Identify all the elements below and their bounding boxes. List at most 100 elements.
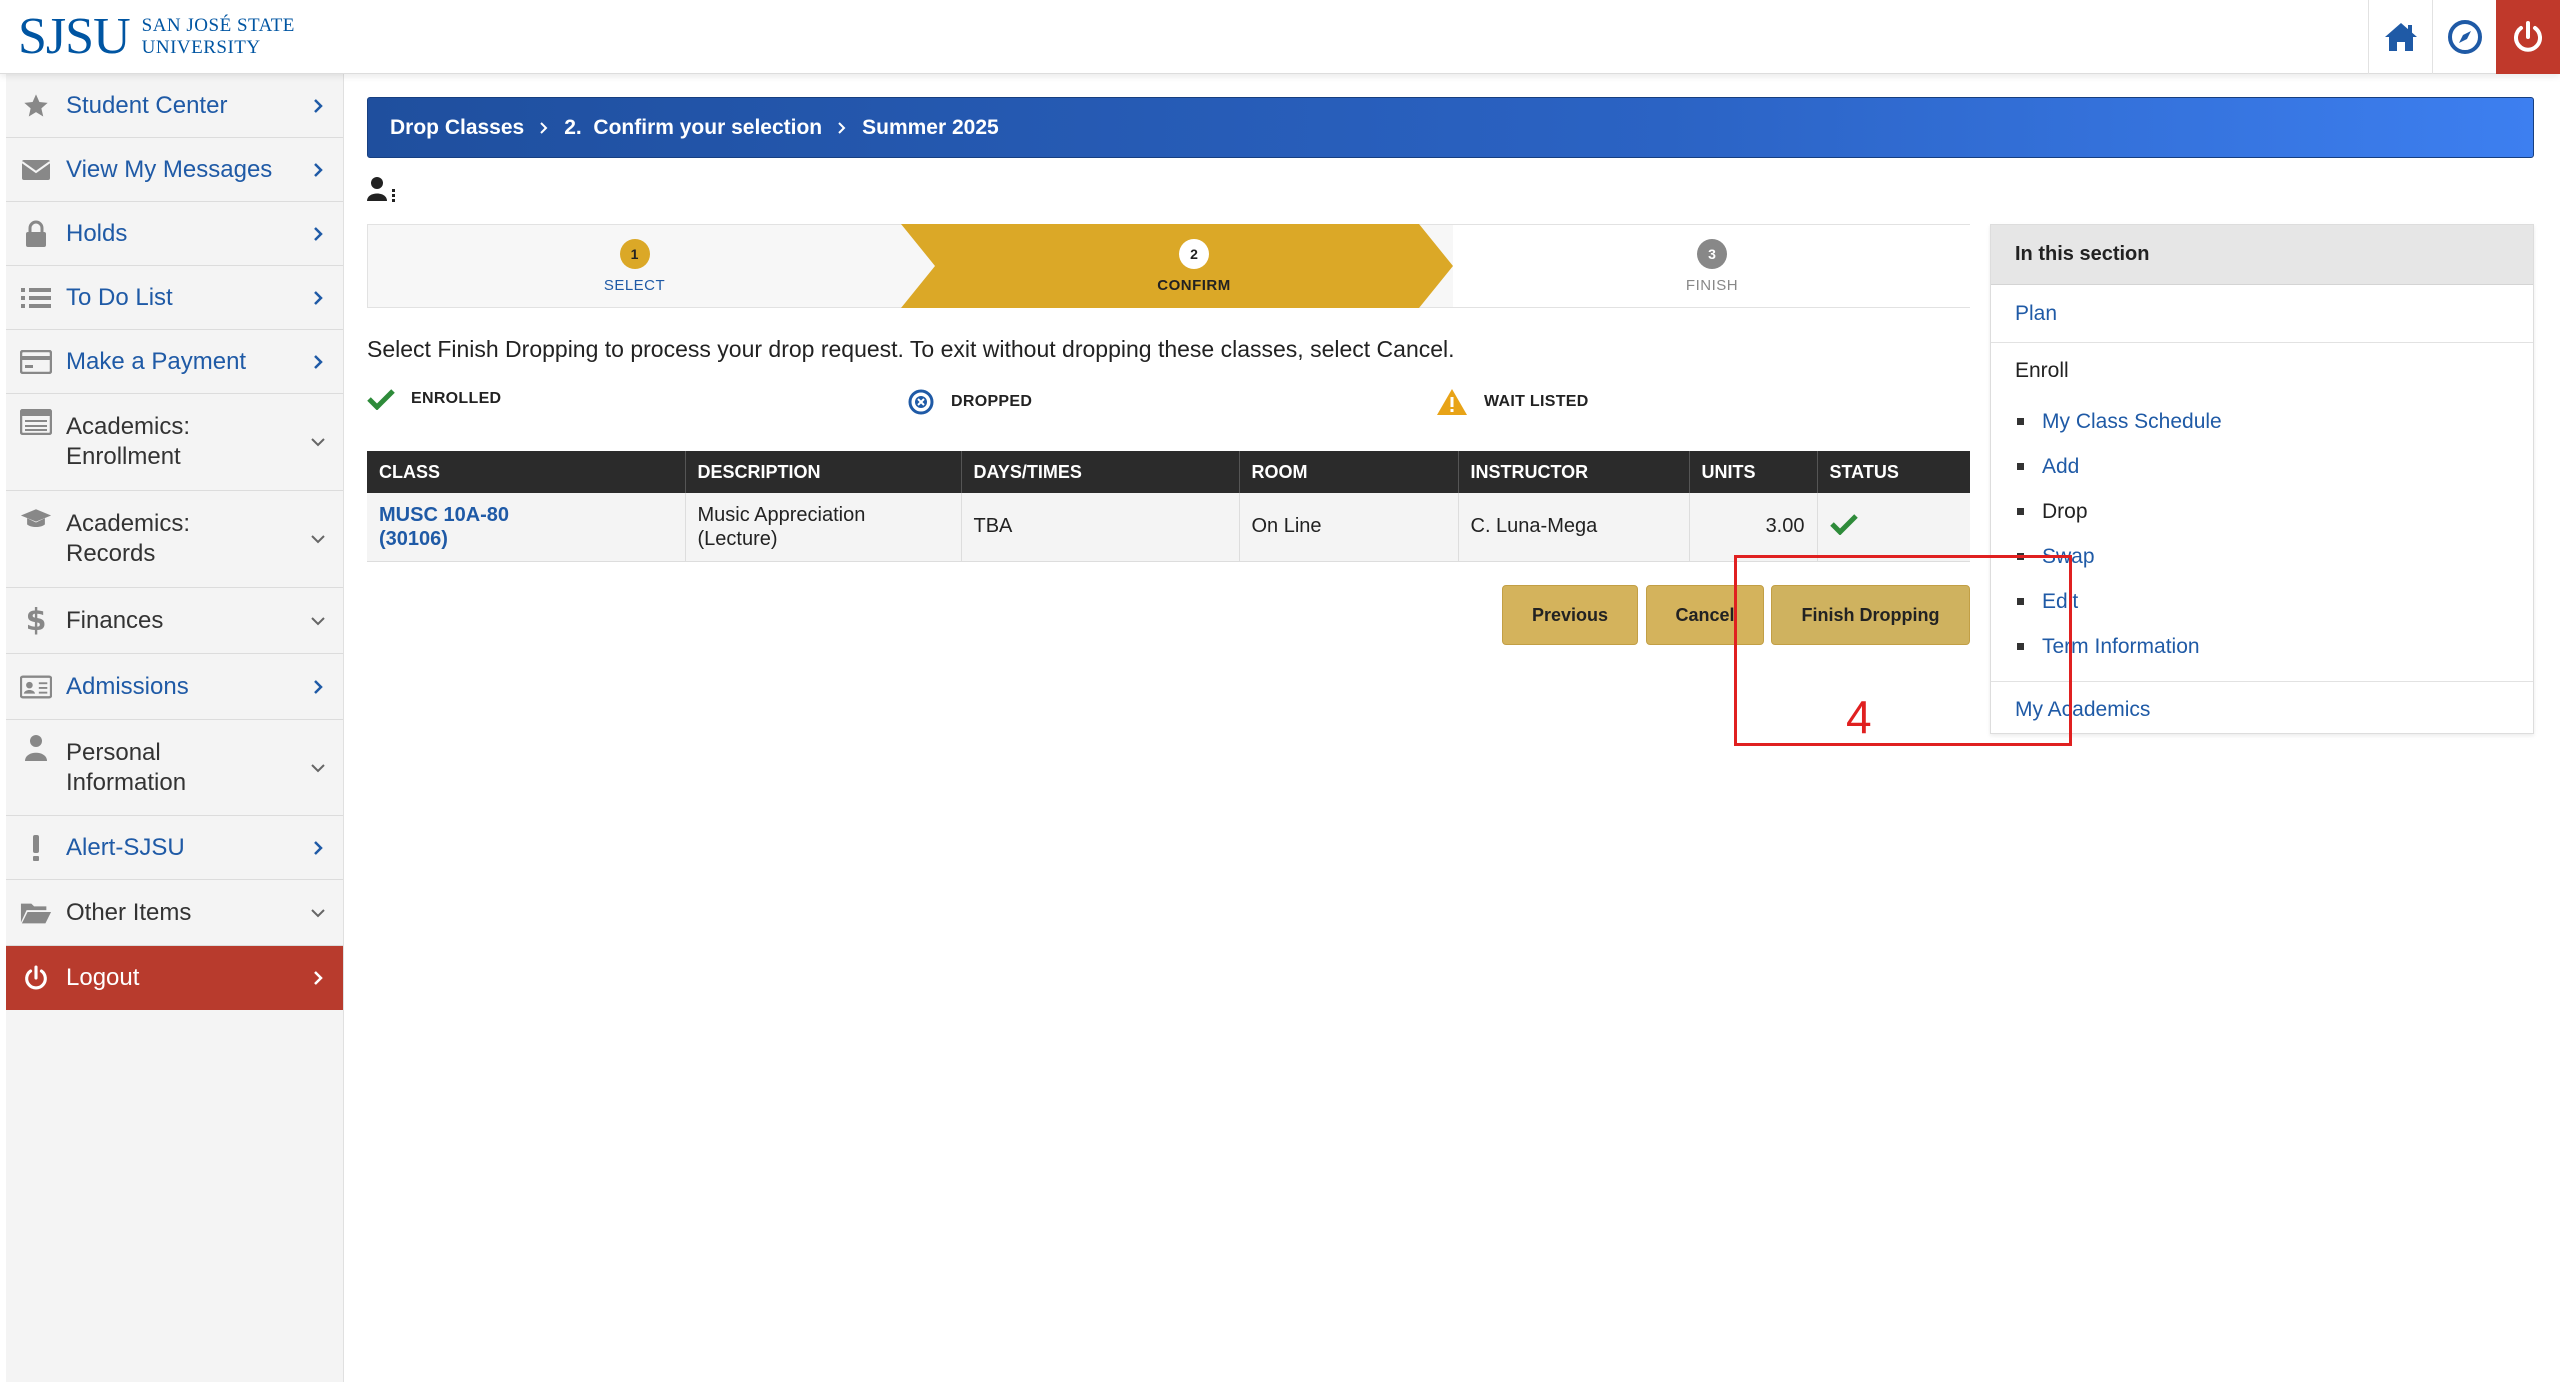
step-label: SELECT <box>603 276 666 294</box>
sidebar-item-label: Academics: Enrollment <box>66 412 190 472</box>
graduation-cap-icon <box>20 503 52 535</box>
previous-button[interactable]: Previous <box>1502 585 1638 645</box>
chevron-right-icon <box>314 840 323 855</box>
warning-icon <box>1437 389 1467 415</box>
sidebar-item-personal-information[interactable]: Personal Information <box>6 720 343 816</box>
column-header-description: DESCRIPTION <box>685 451 962 493</box>
cell-class: MUSC 10A-80 (30106) <box>367 493 686 562</box>
sidebar-item-label: Alert-SJSU <box>66 833 185 861</box>
chevron-right-icon <box>836 121 848 135</box>
sidebar-item-admissions[interactable]: Admissions <box>6 654 343 720</box>
enroll-item-add[interactable]: Add <box>1991 444 2533 489</box>
chevron-down-icon <box>311 616 325 625</box>
section-panel-title: In this section <box>1991 225 2533 285</box>
power-icon <box>2514 21 2542 52</box>
legend-dropped: DROPPED <box>907 388 1032 416</box>
chevron-right-icon <box>314 98 323 113</box>
sidebar-item-label: Holds <box>66 219 128 247</box>
chevron-down-icon <box>311 438 325 447</box>
breadcrumb-item-term: Summer 2025 <box>862 115 999 139</box>
sidebar-item-other-items[interactable]: Other Items <box>6 880 343 946</box>
sidebar-item-label: To Do List <box>66 283 173 311</box>
enroll-link[interactable]: Add <box>2042 455 2079 479</box>
enroll-heading: Enroll <box>2015 359 2069 382</box>
chevron-right-icon <box>314 679 323 694</box>
enroll-item-edit[interactable]: Edit <box>1991 579 2533 624</box>
step-label: CONFIRM <box>1157 276 1231 294</box>
sidebar-item-label-line2: Information <box>66 768 187 796</box>
user-options-icon[interactable] <box>366 175 396 205</box>
star-icon <box>20 90 52 122</box>
legend-label: ENROLLED <box>411 390 502 407</box>
sidebar-item-label-line1: Academics: <box>66 510 191 537</box>
legend-enrolled: ENROLLED <box>367 388 501 410</box>
sidebar-item-alert-sjsu[interactable]: Alert-SJSU <box>6 816 343 880</box>
sidebar-item-finances[interactable]: $ Finances <box>6 588 343 654</box>
annotation-box <box>1734 555 2072 746</box>
sidebar-item-label: Make a Payment <box>66 347 247 375</box>
chevron-right-icon <box>314 971 323 985</box>
lock-icon <box>20 218 52 250</box>
progress-steps: 1 SELECT 2 CONFIRM 3 FINISH <box>367 224 1971 308</box>
sidebar-item-logout[interactable]: Logout <box>6 946 343 1010</box>
signout-button[interactable] <box>2496 0 2560 74</box>
legend-label: WAIT LISTED <box>1484 393 1589 410</box>
sidebar: Student Center View My Messages Holds To… <box>6 74 344 1382</box>
sidebar-item-academics-enrollment[interactable]: Academics: Enrollment <box>6 394 343 491</box>
sidebar-item-todo[interactable]: To Do List <box>6 266 343 330</box>
sjsu-logo[interactable]: SJSU SAN JOSÉ STATE UNIVERSITY <box>18 8 295 66</box>
sidebar-item-label: Personal Information <box>66 738 186 798</box>
id-card-icon <box>20 671 52 703</box>
cell-units: 3.00 <box>1689 493 1818 562</box>
navigator-button[interactable] <box>2432 0 2496 74</box>
step-number: 3 <box>1697 238 1727 269</box>
chevron-down-icon <box>311 535 325 544</box>
breadcrumb: Drop Classes 2. Confirm your selection S… <box>367 97 2534 158</box>
enroll-item-term-information[interactable]: Term Information <box>1991 624 2533 669</box>
instruction-text: Select Finish Dropping to process your d… <box>367 336 1455 362</box>
breadcrumb-item-drop-classes[interactable]: Drop Classes <box>390 116 524 140</box>
enroll-item-my-class-schedule[interactable]: My Class Schedule <box>1991 399 2533 444</box>
cell-instructor: C. Luna-Mega <box>1458 493 1690 562</box>
bullet <box>2017 418 2024 425</box>
column-header-room: ROOM <box>1239 451 1459 493</box>
user-icon <box>20 732 52 764</box>
sidebar-item-messages[interactable]: View My Messages <box>6 138 343 202</box>
chevron-down-icon <box>311 908 325 917</box>
dollar-icon: $ <box>25 603 47 638</box>
cell-description: Music Appreciation (Lecture) <box>685 493 962 562</box>
sidebar-item-academics-records[interactable]: Academics: Records <box>6 491 343 588</box>
section-item-my-academics[interactable]: My Academics <box>1991 682 2533 738</box>
section-item-plan[interactable]: Plan <box>1991 285 2533 343</box>
drop-classes-table: CLASS DESCRIPTION DAYS/TIMES ROOM INSTRU… <box>367 451 1970 562</box>
cell-days-times: TBA <box>961 493 1240 562</box>
sidebar-item-holds[interactable]: Holds <box>6 202 343 266</box>
enroll-link[interactable]: My Class Schedule <box>2042 410 2222 434</box>
description-title: Music Appreciation <box>697 503 866 526</box>
enroll-item-swap[interactable]: Swap <box>1991 534 2533 579</box>
sidebar-item-student-center[interactable]: Student Center <box>6 74 343 138</box>
bullet <box>2017 463 2024 470</box>
sidebar-item-label-line2: Records <box>66 540 156 567</box>
logo-line-2: UNIVERSITY <box>141 37 261 58</box>
chevron-right-icon <box>314 290 323 305</box>
exclamation-icon <box>20 832 52 864</box>
sidebar-item-label-line1: Academics: <box>66 413 191 440</box>
step-label: FINISH <box>1685 276 1739 294</box>
column-header-days-times: DAYS/TIMES <box>961 451 1240 493</box>
class-link[interactable]: MUSC 10A-80 (30106) <box>379 503 685 551</box>
compass-icon <box>2447 20 2482 54</box>
home-button[interactable] <box>2368 0 2432 74</box>
chevron-right-icon <box>314 354 323 369</box>
list-icon <box>20 282 52 314</box>
table-row: MUSC 10A-80 (30106) Music Appreciation (… <box>367 493 1970 562</box>
logo-mark: SJSU <box>18 8 131 65</box>
table-header-row: CLASS DESCRIPTION DAYS/TIMES ROOM INSTRU… <box>367 451 1970 493</box>
step-select: 1 SELECT <box>368 225 901 307</box>
plan-link[interactable]: Plan <box>2015 302 2057 326</box>
sidebar-item-label: Student Center <box>66 91 228 119</box>
sidebar-item-label: Logout <box>66 964 140 991</box>
sidebar-item-payment[interactable]: Make a Payment <box>6 330 343 394</box>
envelope-icon <box>20 154 52 186</box>
power-icon <box>20 962 52 994</box>
